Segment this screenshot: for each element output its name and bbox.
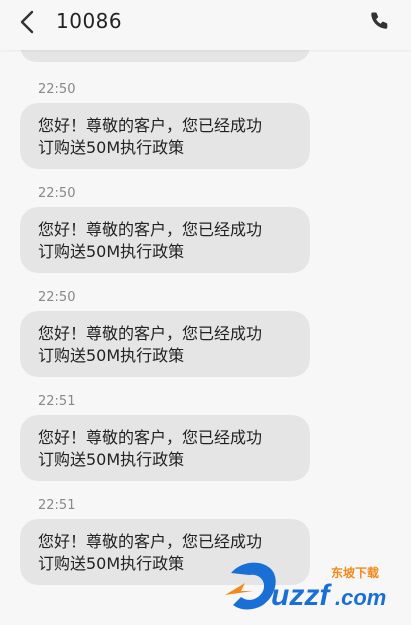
conversation-header: 10086 [0,0,411,50]
phone-icon[interactable] [369,10,393,34]
message-text-line: 您好！尊敬的客户，您已经成功 [38,428,263,447]
svg-text:.com: .com [335,585,386,610]
message-bubble[interactable]: 您好！尊敬的客户，您已经成功 订购送50M执行政策 [20,103,310,169]
svg-text:东坡下载: 东坡下载 [331,565,379,580]
message-text-line: 订购送50M执行政策 [38,346,185,365]
message-timestamp: 22:50 [38,186,76,201]
message-text-line: 订购送50M执行政策 [38,138,185,157]
message-timestamp: 22:50 [38,290,76,305]
message-text-line: 订购送50M执行政策 [38,450,185,469]
chevron-left-icon[interactable] [14,8,42,36]
message-bubble[interactable]: 您好！尊敬的客户，您已经成功 订购送50M执行政策 [20,311,310,377]
message-timestamp: 22:51 [38,394,76,409]
message-text-line: 您好！尊敬的客户，您已经成功 [38,116,263,135]
message-bubble[interactable]: 您好！尊敬的客户，您已经成功 订购送50M执行政策 [20,207,310,273]
conversation-title: 10086 [56,9,123,33]
message-timestamp: 22:51 [38,498,76,513]
uzzf-watermark-logo: 东坡下载 uzzf .com [225,562,386,612]
message-timestamp: 22:50 [38,82,76,97]
message-text-line: 您好！尊敬的客户，您已经成功 [38,324,263,343]
message-bubble[interactable]: 您好！尊敬的客户，您已经成功 订购送50M执行政策 [20,415,310,481]
message-text-line: 您好！尊敬的客户，您已经成功 [38,532,263,551]
message-text-line: 订购送50M执行政策 [38,242,185,261]
svg-text:uzzf: uzzf [271,579,332,612]
message-text-line: 您好！尊敬的客户，您已经成功 [38,220,263,239]
